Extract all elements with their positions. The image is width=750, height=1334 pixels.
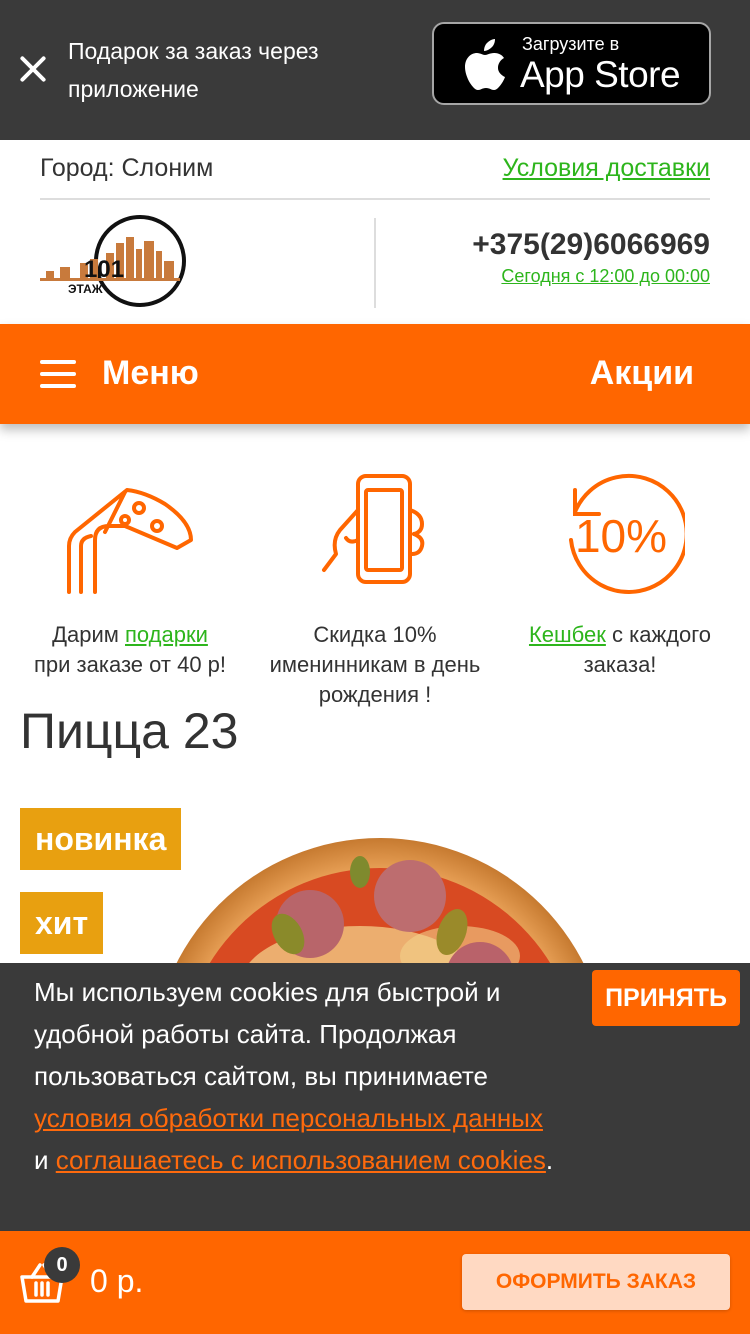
- badge-hit: хит: [20, 892, 104, 954]
- product-title: Пицца 23: [20, 703, 239, 759]
- header-divider: [374, 218, 376, 308]
- logo[interactable]: 101 ЭТАЖ: [40, 215, 192, 307]
- cookie-policy-link[interactable]: соглашаетесь с использованием cookies: [56, 1145, 546, 1175]
- feature-gifts: Дарим подарки при заказе от 40 р!: [5, 470, 255, 680]
- menu-button[interactable]: Меню: [102, 354, 199, 393]
- cart-bar: 0 0 р. ОФОРМИТЬ ЗАКАЗ: [0, 1231, 750, 1334]
- cashback-link[interactable]: Кешбек: [529, 622, 606, 647]
- hamburger-icon[interactable]: [40, 360, 76, 388]
- logo-number: 101: [84, 256, 124, 283]
- accept-cookies-button[interactable]: ПРИНЯТЬ: [592, 970, 740, 1026]
- app-promo-text: Подарок за заказ через приложение: [68, 38, 319, 102]
- gifts-link[interactable]: подарки: [125, 622, 208, 647]
- nav-bar: Меню Акции: [0, 324, 750, 424]
- close-icon[interactable]: [16, 52, 50, 86]
- city-row: Город: Слоним Условия доставки: [40, 140, 710, 200]
- pizza-slice-icon: [67, 488, 193, 594]
- checkout-button[interactable]: ОФОРМИТЬ ЗАКАЗ: [462, 1254, 730, 1310]
- cookie-text: Мы используем cookies для быстрой и удоб…: [34, 971, 564, 1181]
- store-big-label: App Store: [520, 54, 681, 95]
- cart-total: 0 р.: [90, 1263, 144, 1299]
- cashback-percent-label: 10%: [575, 510, 667, 562]
- feature-birthday: Скидка 10% именинникам в день рождения !: [250, 470, 500, 710]
- apple-icon: [465, 39, 505, 90]
- store-small-label: Загрузите в: [522, 34, 620, 54]
- feature-gifts-text: Дарим: [52, 622, 125, 647]
- feature-cashback: 10% Кешбек с каждого заказа!: [495, 470, 745, 680]
- app-download-banner: Подарок за заказ через приложение Загруз…: [0, 0, 750, 140]
- cookie-text-part1: Мы используем cookies для быстрой и удоб…: [34, 977, 501, 1091]
- feature-birthday-text: Скидка 10% именинникам в день рождения !: [269, 622, 481, 707]
- delivery-terms-link[interactable]: Условия доставки: [503, 154, 710, 183]
- city-selector[interactable]: Город: Слоним: [40, 154, 213, 183]
- cookie-text-part3: .: [545, 1145, 554, 1175]
- badge-new: новинка: [20, 808, 182, 870]
- cart-count-badge: 0: [44, 1247, 80, 1283]
- phone-number[interactable]: +375(29)6066969: [472, 228, 710, 262]
- privacy-policy-link[interactable]: условия обработки персональных данных: [34, 1103, 543, 1133]
- logo-name: ЭТАЖ: [68, 282, 103, 296]
- feature-gifts-subtext: при заказе от 40 р!: [33, 652, 227, 677]
- phone-in-hand-icon: [322, 474, 425, 584]
- promotions-link[interactable]: Акции: [590, 354, 694, 393]
- cashback-percent-icon: 10%: [569, 473, 685, 594]
- app-store-button[interactable]: Загрузите в App Store: [432, 22, 711, 105]
- working-hours[interactable]: Сегодня с 12:00 до 00:00: [501, 266, 710, 287]
- cookie-text-part2: и: [34, 1145, 56, 1175]
